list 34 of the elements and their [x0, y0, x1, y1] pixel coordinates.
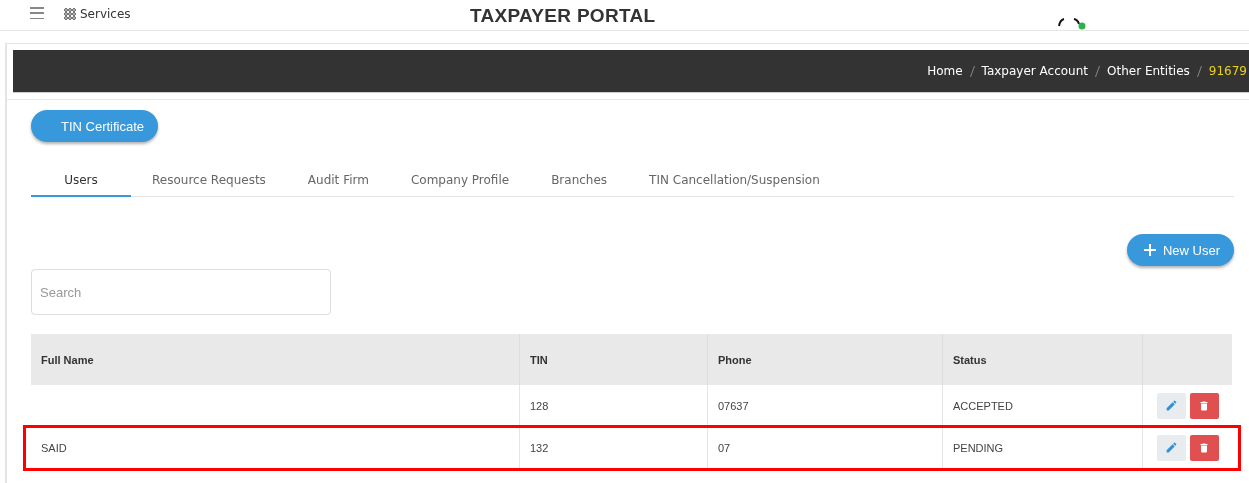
table-cell: 128 — [530, 399, 549, 412]
page-title: TAXPAYER PORTAL — [470, 5, 656, 27]
search-field[interactable]: Search — [31, 269, 331, 315]
tab[interactable]: Resource Requests — [131, 164, 287, 197]
column-header: Status — [943, 334, 1143, 385]
pencil-icon — [1164, 441, 1178, 454]
table-cell: PENDING — [953, 441, 1004, 454]
column-header: Full Name — [31, 334, 520, 385]
services-link[interactable]: Services — [80, 7, 131, 21]
plus-icon — [1142, 243, 1157, 257]
breadcrumb-link[interactable]: Other Entities — [1107, 64, 1190, 78]
edit-button[interactable] — [1156, 434, 1186, 461]
table-cell: ACCEPTED — [953, 399, 1013, 412]
tab[interactable]: TIN Cancellation/Suspension — [628, 164, 841, 197]
delete-button[interactable] — [1189, 392, 1219, 419]
table-cell: SAID — [41, 441, 67, 454]
breadcrumb-link[interactable]: Home — [927, 64, 963, 78]
menu-icon[interactable] — [30, 7, 44, 19]
tab[interactable]: Company Profile — [389, 164, 531, 197]
column-header: TIN — [520, 334, 708, 385]
new-user-button[interactable]: New User — [1126, 234, 1234, 266]
table-cell: 07 — [718, 441, 731, 454]
tab[interactable]: Users — [31, 164, 131, 197]
edit-button[interactable] — [1156, 392, 1186, 419]
delete-button[interactable] — [1189, 434, 1219, 461]
table-cell: 07637 — [718, 399, 749, 412]
tin-certificate-button[interactable]: TIN Certificate — [31, 110, 159, 142]
table-cell: 132 — [530, 441, 549, 454]
breadcrumb-link[interactable]: Taxpayer Account — [981, 64, 1088, 78]
tab[interactable]: Branches — [530, 164, 629, 197]
tab[interactable]: Audit Firm — [286, 164, 390, 197]
grid-icon — [64, 8, 76, 20]
pencil-icon — [1164, 399, 1178, 412]
column-header: Phone — [708, 334, 943, 385]
